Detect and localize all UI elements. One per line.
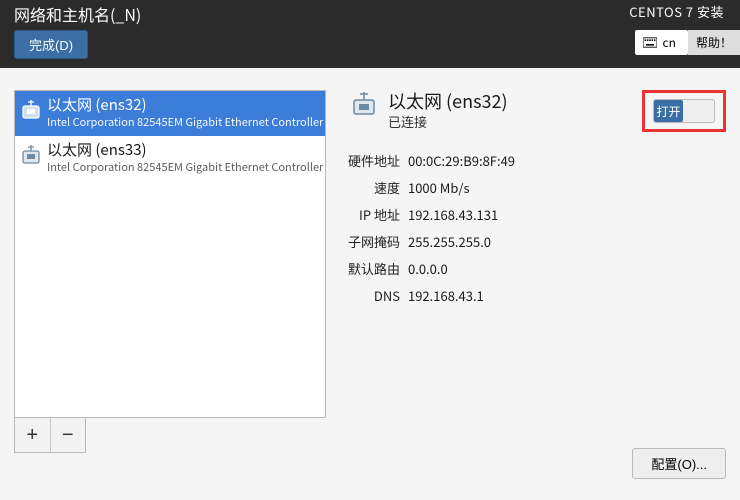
- field-label: 硬件地址: [340, 151, 400, 170]
- field-label: 子网掩码: [340, 232, 400, 251]
- detail-title: 以太网 (ens32): [388, 90, 508, 112]
- nic-name: 以太网 (ens33): [47, 140, 326, 159]
- detail-fields: 硬件地址 00:0C:29:B9:8F:49 速度 1000 Mb/s IP 地址 192…: [340, 151, 726, 305]
- ime-indicator[interactable]: cn: [635, 30, 688, 55]
- configure-button[interactable]: 配置(O)...: [632, 448, 726, 479]
- field-value: 1000 Mb/s: [408, 178, 726, 197]
- window: 网络和主机名(_N) 完成(D) CENTOS 7 安装 cn 帮助！ 以太网 …: [0, 0, 740, 500]
- field-value: 00:0C:29:B9:8F:49: [408, 151, 726, 170]
- ime-label: cn: [663, 34, 676, 51]
- nic-list: 以太网 (ens32)Intel Corporation 82545EM Gig…: [14, 90, 326, 418]
- toggle-knob: 打开: [654, 100, 683, 122]
- nic-item[interactable]: 以太网 (ens33)Intel Corporation 82545EM Gig…: [15, 136, 325, 181]
- installer-label: CENTOS 7 安装: [629, 2, 724, 21]
- ethernet-icon: [19, 99, 43, 123]
- header: 网络和主机名(_N) 完成(D) CENTOS 7 安装 cn 帮助！: [0, 0, 740, 68]
- add-nic-button[interactable]: +: [15, 418, 50, 452]
- field-label: IP 地址: [340, 205, 400, 224]
- keyboard-icon: [643, 37, 657, 48]
- nic-item[interactable]: 以太网 (ens32)Intel Corporation 82545EM Gig…: [15, 91, 325, 136]
- remove-nic-button[interactable]: −: [50, 418, 86, 452]
- help-button[interactable]: 帮助！: [688, 30, 740, 55]
- field-value: 0.0.0.0: [408, 259, 726, 278]
- page-title: 网络和主机名(_N): [14, 2, 141, 26]
- done-button[interactable]: 完成(D): [14, 30, 88, 59]
- add-remove-bar: + −: [14, 417, 86, 453]
- ethernet-icon: [19, 144, 43, 168]
- field-value: 192.168.43.1: [408, 286, 726, 305]
- connection-toggle[interactable]: 打开: [653, 99, 715, 123]
- nic-sub: Intel Corporation 82545EM Gigabit Ethern…: [47, 114, 326, 130]
- detail-status: 已连接: [388, 112, 508, 131]
- field-label: 速度: [340, 178, 400, 197]
- ethernet-icon: [348, 90, 380, 122]
- field-value: 255.255.255.0: [408, 232, 726, 251]
- nic-sub: Intel Corporation 82545EM Gigabit Ethern…: [47, 159, 326, 175]
- detail-pane: 以太网 (ens32) 已连接 打开 硬件地址 00:0C:29:B9:8F:49…: [336, 90, 726, 305]
- toggle-highlight: 打开: [642, 90, 726, 132]
- body: 以太网 (ens32)Intel Corporation 82545EM Gig…: [0, 68, 740, 500]
- field-label: DNS: [340, 286, 400, 305]
- field-label: 默认路由: [340, 259, 400, 278]
- nic-name: 以太网 (ens32): [47, 95, 326, 114]
- field-value: 192.168.43.131: [408, 205, 726, 224]
